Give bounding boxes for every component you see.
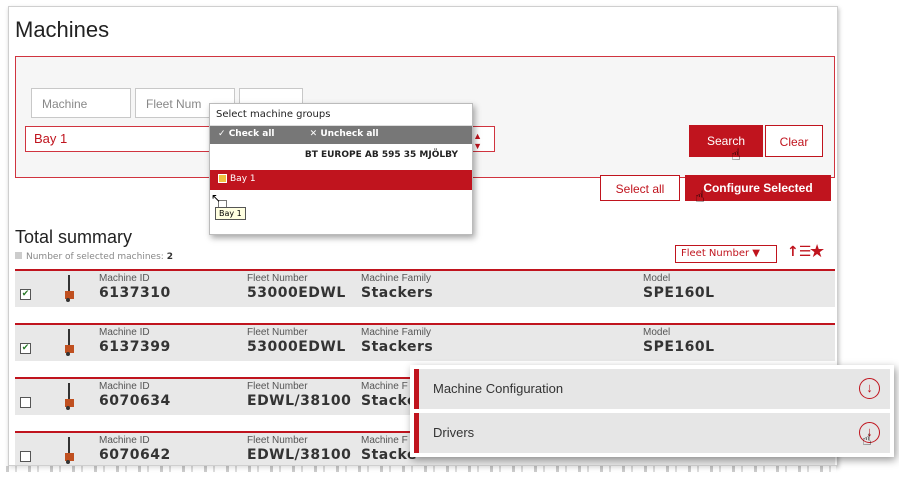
fleet-number: EDWL/38100 xyxy=(247,393,352,409)
machine-groups-dropdown: Select machine groups ✓ Check all ✕ Unch… xyxy=(209,103,473,235)
machine-group-value: Bay 1 xyxy=(34,131,68,146)
context-menu: Machine Configuration ↓ Drivers ↓ xyxy=(410,365,894,457)
forklift-icon xyxy=(65,437,74,464)
option-checkbox[interactable] xyxy=(218,174,227,183)
machine-family: Stackers xyxy=(361,285,434,301)
machine-id: 6137310 xyxy=(99,285,171,301)
row-checkbox[interactable] xyxy=(20,397,31,408)
machine-id: 6137399 xyxy=(99,339,171,355)
dropdown-header: Select machine groups xyxy=(210,104,472,126)
pointer-arrow-icon: ↖ xyxy=(211,191,222,205)
row-checkbox[interactable] xyxy=(20,451,31,462)
row-checkbox[interactable]: ✔ xyxy=(20,343,31,354)
menu-item-drivers[interactable]: Drivers ↓ xyxy=(414,413,890,453)
group-name: BT EUROPE AB 595 35 MJÖLBY xyxy=(304,150,458,160)
page-title: Machines xyxy=(15,17,110,42)
pointer-hand-icon: ☝ xyxy=(695,187,705,206)
sort-icon[interactable]: ↑☰ xyxy=(787,244,811,260)
summary-title: Total summary xyxy=(15,227,133,247)
machine-input[interactable]: Machine xyxy=(31,88,131,118)
forklift-icon xyxy=(65,275,74,302)
clear-button[interactable]: Clear xyxy=(765,125,823,157)
select-arrows-icon: ▲ ▼ xyxy=(473,131,482,151)
download-circle-icon[interactable]: ↓ xyxy=(859,378,880,399)
machine-family: Stackers xyxy=(361,339,434,355)
model: SPE160L xyxy=(643,339,715,355)
forklift-icon xyxy=(65,383,74,410)
fleet-number: 53000EDWL xyxy=(247,285,346,301)
sort-select[interactable]: Fleet Number ▼ xyxy=(675,245,777,263)
menu-item-machine-configuration[interactable]: Machine Configuration ↓ xyxy=(414,369,890,409)
tooltip: Bay 1 xyxy=(215,207,246,220)
model: SPE160L xyxy=(643,285,715,301)
fleet-number: EDWL/38100 xyxy=(247,447,352,463)
check-bar: ✓ Check all ✕ Uncheck all xyxy=(210,126,472,144)
configure-selected-button[interactable]: Configure Selected xyxy=(685,175,831,201)
select-all-button[interactable]: Select all xyxy=(600,175,680,201)
star-icon[interactable]: ★ xyxy=(809,241,825,262)
legend-square-icon xyxy=(15,252,22,259)
fleet-number: 53000EDWL xyxy=(247,339,346,355)
table-row[interactable]: ✔ Machine ID 6137399 Fleet Number 53000E… xyxy=(15,323,835,361)
row-checkbox[interactable]: ✔ xyxy=(20,289,31,300)
selected-count-label: Number of selected machines: 2 xyxy=(15,252,173,262)
pointer-hand-icon: ☝ xyxy=(731,145,741,164)
option-bay-1[interactable]: Bay 1 xyxy=(210,170,472,190)
pointer-hand-icon: ☝ xyxy=(862,430,872,449)
check-all-button[interactable]: ✓ Check all xyxy=(218,129,291,139)
machine-family: Stacke xyxy=(361,447,417,463)
forklift-icon xyxy=(65,329,74,356)
torn-edge xyxy=(6,466,836,472)
machine-id: 6070634 xyxy=(99,393,171,409)
search-button[interactable]: Search xyxy=(689,125,763,157)
machine-id: 6070642 xyxy=(99,447,171,463)
machine-family: Stacke xyxy=(361,393,417,409)
table-row[interactable]: ✔ Machine ID 6137310 Fleet Number 53000E… xyxy=(15,269,835,307)
uncheck-all-button[interactable]: ✕ Uncheck all xyxy=(310,129,395,139)
